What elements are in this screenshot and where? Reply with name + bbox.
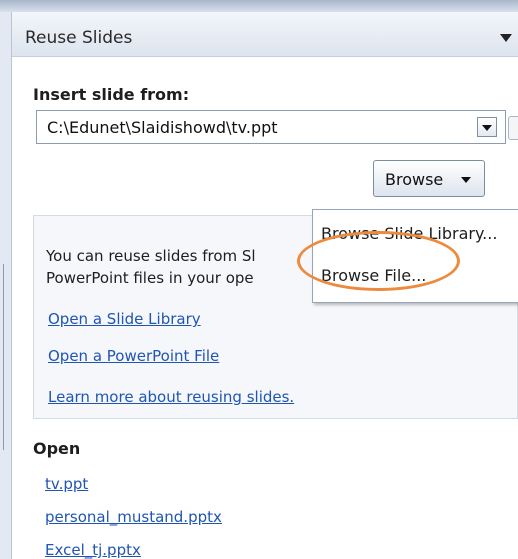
window-top-edge xyxy=(0,0,518,12)
open-file-link-tv[interactable]: tv.ppt xyxy=(45,475,88,493)
pane-title: Reuse Slides xyxy=(25,28,133,48)
menu-item-browse-slide-library[interactable]: Browse Slide Library... xyxy=(321,224,497,243)
menu-item-browse-file[interactable]: Browse File... xyxy=(321,266,426,285)
source-dropdown-button[interactable] xyxy=(477,117,497,137)
source-path-value[interactable]: C:\Edunet\Slaidishowd\tv.ppt xyxy=(47,118,278,137)
insert-source-combobox[interactable]: C:\Edunet\Slaidishowd\tv.ppt xyxy=(36,110,506,144)
insert-slide-from-label: Insert slide from: xyxy=(33,85,190,104)
reuse-slides-pane: Reuse Slides Insert slide from: C:\Edune… xyxy=(12,12,518,559)
open-file-link-excel[interactable]: Excel_tj.pptx xyxy=(45,541,141,559)
browse-button[interactable]: Browse xyxy=(373,160,485,197)
info-text-line-1: You can reuse slides from Sl xyxy=(46,247,256,265)
info-text-line-2: PowerPoint files in your ope xyxy=(46,269,254,287)
pane-header: Reuse Slides xyxy=(12,12,518,57)
open-slide-library-link[interactable]: Open a Slide Library xyxy=(48,310,201,328)
browse-label: Browse xyxy=(385,170,444,189)
gutter-divider xyxy=(3,264,4,450)
chevron-down-icon xyxy=(461,177,471,183)
go-arrow-button[interactable] xyxy=(508,116,518,140)
browse-dropdown-menu: Browse Slide Library... Browse File... xyxy=(312,209,518,303)
triangle-down-icon[interactable] xyxy=(500,34,512,42)
open-file-link-personal[interactable]: personal_mustand.pptx xyxy=(45,508,222,526)
open-powerpoint-file-link[interactable]: Open a PowerPoint File xyxy=(48,347,219,365)
open-section-label: Open xyxy=(33,439,81,458)
learn-more-link[interactable]: Learn more about reusing slides. xyxy=(48,388,294,406)
slide-area-edge xyxy=(0,12,12,559)
